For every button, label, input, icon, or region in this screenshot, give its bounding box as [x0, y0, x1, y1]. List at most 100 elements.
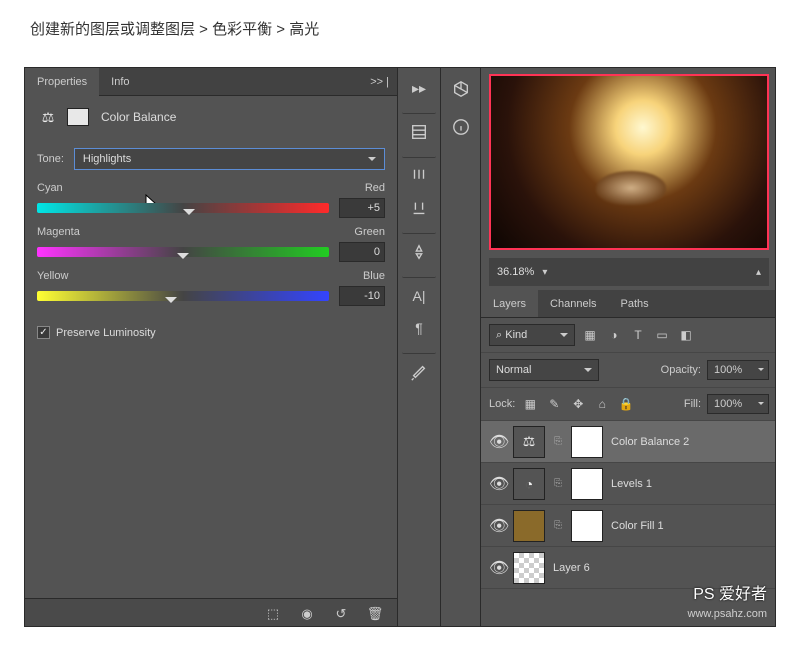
opacity-select[interactable]: 100%	[707, 360, 769, 380]
adjustment-thumb-icon: ⚖	[513, 426, 545, 458]
mask-thumb[interactable]	[571, 510, 603, 542]
slider-magenta-green: MagentaGreen	[25, 220, 397, 264]
layer-mask-icon[interactable]	[67, 108, 89, 126]
document-preview[interactable]	[489, 74, 769, 250]
expand-icon[interactable]: ▸▸	[402, 74, 436, 102]
separator	[402, 150, 436, 158]
trash-icon[interactable]: 🗑	[367, 606, 383, 622]
tone-value: Highlights	[83, 153, 131, 165]
filter-type-icon[interactable]: T	[629, 326, 647, 344]
tab-properties[interactable]: Properties	[25, 68, 99, 96]
value-yellow-blue[interactable]	[339, 286, 385, 306]
mask-thumb[interactable]	[571, 468, 603, 500]
opacity-label: Opacity:	[661, 364, 701, 376]
zoom-down-icon[interactable]: ▾	[542, 267, 547, 278]
filter-shape-icon[interactable]: ▭	[653, 326, 671, 344]
layer-name[interactable]: Color Fill 1	[611, 520, 664, 532]
paragraph-icon[interactable]: ¶	[402, 314, 436, 342]
info-icon[interactable]	[448, 114, 474, 140]
kind-filter-select[interactable]: ⌕ Kind	[489, 324, 575, 346]
blend-row: Normal Opacity: 100%	[481, 353, 776, 388]
mask-thumb[interactable]	[571, 426, 603, 458]
layer-row[interactable]: 👁 ◔ ⎘ Levels 1	[481, 463, 776, 505]
tool-presets-icon[interactable]	[402, 358, 436, 386]
slider-cyan-red: Cyan Red	[25, 176, 397, 220]
lock-pixels-icon[interactable]: ✎	[545, 395, 563, 413]
visibility-icon[interactable]: 👁	[489, 474, 505, 494]
visibility-icon[interactable]: 👁	[489, 558, 505, 578]
preserve-luminosity-row[interactable]: ✓ Preserve Luminosity	[25, 308, 397, 357]
filter-pixel-icon[interactable]: ▦	[581, 326, 599, 344]
lock-transparency-icon[interactable]: ▦	[521, 395, 539, 413]
fill-thumb	[513, 510, 545, 542]
fill-label: Fill:	[684, 398, 701, 410]
adjustment-title: Color Balance	[101, 110, 176, 124]
blend-mode-select[interactable]: Normal	[489, 359, 599, 381]
scales-icon: ⚖	[37, 106, 59, 128]
watermark-url: www.psahz.com	[688, 608, 767, 620]
clone-source-icon[interactable]	[402, 238, 436, 266]
properties-panel: Properties Info >> | ⚖ Color Balance Ton…	[25, 68, 397, 627]
value-magenta-green[interactable]	[339, 242, 385, 262]
brushes-icon[interactable]	[402, 162, 436, 190]
value-cyan-red[interactable]	[339, 198, 385, 218]
clip-icon[interactable]: ⬚	[265, 606, 281, 622]
layer-row[interactable]: 👁 ⚖ ⎘ Color Balance 2	[481, 421, 776, 463]
tone-label: Tone:	[37, 153, 64, 165]
reset-icon[interactable]: ↺	[333, 606, 349, 622]
link-icon: ⎘	[553, 437, 563, 447]
lock-position-icon[interactable]: ✥	[569, 395, 587, 413]
lock-label: Lock:	[489, 398, 515, 410]
separator	[402, 270, 436, 278]
3d-icon[interactable]	[448, 76, 474, 102]
brush-settings-icon[interactable]	[402, 194, 436, 222]
zoom-up-icon[interactable]: ▴	[756, 267, 761, 278]
label-yellow: Yellow	[37, 270, 68, 282]
link-icon: ⎘	[553, 479, 563, 489]
separator	[402, 106, 436, 114]
label-red: Red	[365, 182, 385, 194]
layer-name[interactable]: Color Balance 2	[611, 436, 689, 448]
layer-name[interactable]: Levels 1	[611, 478, 652, 490]
layer-filter-row: ⌕ Kind ▦ ◑ T ▭ ◧	[481, 318, 776, 353]
tab-info[interactable]: Info	[99, 68, 141, 96]
zoom-value[interactable]: 36.18%	[497, 266, 534, 278]
separator	[402, 346, 436, 354]
properties-tabs: Properties Info >> |	[25, 68, 397, 96]
search-icon: ⌕	[496, 329, 502, 342]
separator	[402, 226, 436, 234]
slider-magenta-green-track[interactable]	[37, 247, 329, 257]
lock-all-icon[interactable]: 🔒	[617, 395, 635, 413]
filter-adjust-icon[interactable]: ◑	[605, 326, 623, 344]
fill-select[interactable]: 100%	[707, 394, 769, 414]
adjustment-thumb-icon: ◔	[513, 468, 545, 500]
lock-artboard-icon[interactable]: ⌂	[593, 395, 611, 413]
filter-smart-icon[interactable]: ◧	[677, 326, 695, 344]
tab-paths[interactable]: Paths	[609, 290, 661, 317]
tab-layers[interactable]: Layers	[481, 290, 538, 317]
color-balance-header: ⚖ Color Balance	[25, 96, 397, 138]
layer-name[interactable]: Layer 6	[553, 562, 590, 574]
label-green: Green	[354, 226, 385, 238]
fill-value: 100%	[714, 398, 742, 410]
label-cyan: Cyan	[37, 182, 63, 194]
properties-footer: ⬚ ◉ ↺ 🗑	[25, 598, 397, 627]
collapsed-toolstrip: ▸▸ A| ¶	[397, 68, 441, 627]
preserve-checkbox[interactable]: ✓	[37, 326, 50, 339]
tab-channels[interactable]: Channels	[538, 290, 608, 317]
tone-row: Tone: Highlights	[25, 138, 397, 176]
link-icon: ⎘	[553, 521, 563, 531]
character-icon[interactable]: A|	[402, 282, 436, 310]
visibility-icon[interactable]: 👁	[489, 432, 505, 452]
kind-label: Kind	[505, 329, 527, 341]
photoshop-panels: Properties Info >> | ⚖ Color Balance Ton…	[24, 67, 776, 627]
slider-yellow-blue-track[interactable]	[37, 291, 329, 301]
tone-select[interactable]: Highlights	[74, 148, 385, 170]
panel-menu-icon[interactable]: >> |	[370, 76, 397, 88]
layer-row[interactable]: 👁 ⎘ Color Fill 1	[481, 505, 776, 547]
visibility-icon[interactable]: 👁	[489, 516, 505, 536]
right-toolcol	[441, 68, 481, 627]
slider-cyan-red-track[interactable]	[37, 203, 329, 213]
view-previous-icon[interactable]: ◉	[299, 606, 315, 622]
history-icon[interactable]	[402, 118, 436, 146]
